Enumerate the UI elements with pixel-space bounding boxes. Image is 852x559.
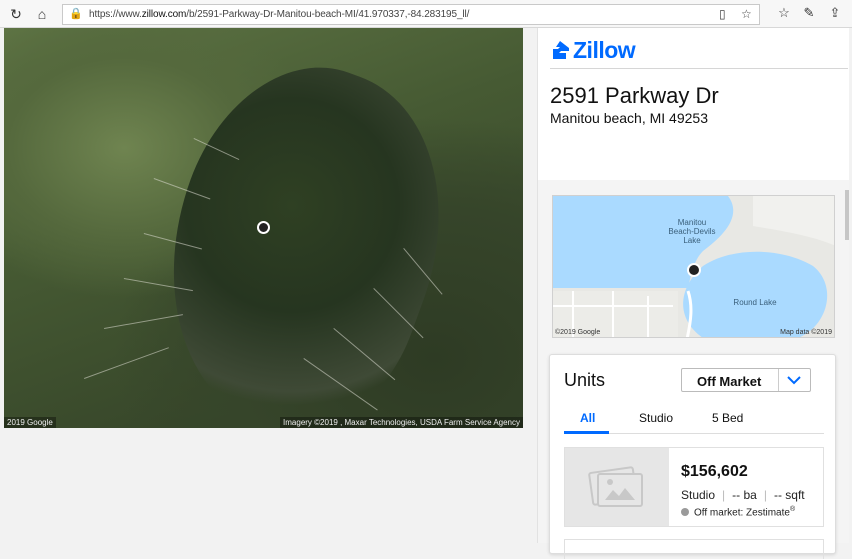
unit-status-text: Off market: Zestimate bbox=[694, 507, 790, 519]
dropdown-separator bbox=[778, 369, 779, 391]
property-panel: Zillow 2591 Parkway Dr Manitou beach, MI… bbox=[537, 28, 849, 559]
spec-separator: | bbox=[722, 488, 726, 502]
active-tab-indicator bbox=[564, 431, 609, 434]
dropdown-selected-value: Off Market bbox=[697, 374, 762, 389]
registered-mark: ® bbox=[789, 506, 796, 513]
satellite-map[interactable]: 2019 Google Imagery ©2019 , Maxar Techno… bbox=[4, 28, 523, 428]
property-city-line: Manitou beach, MI 49253 bbox=[550, 110, 708, 126]
property-pin-marker[interactable] bbox=[257, 221, 270, 234]
location-mini-map[interactable]: Manitou Beach-Devils Lake Round Lake ©20… bbox=[552, 195, 835, 338]
reading-view-icon[interactable]: ▯ bbox=[719, 7, 726, 21]
unit-baths: -- ba bbox=[732, 488, 757, 502]
market-status-dropdown[interactable]: Off Market bbox=[681, 368, 811, 392]
unit-list-item[interactable] bbox=[564, 539, 824, 559]
share-icon[interactable]: ⇪ bbox=[826, 5, 844, 21]
pen-icon[interactable]: ✎ bbox=[800, 5, 818, 21]
favorite-star-icon[interactable]: ☆ bbox=[741, 7, 752, 21]
home-icon[interactable]: ⌂ bbox=[32, 4, 52, 24]
unit-type: Studio bbox=[681, 488, 716, 502]
tab-all[interactable]: All bbox=[580, 411, 595, 425]
mini-map-data-credit: Map data ©2019 bbox=[780, 329, 832, 336]
units-title: Units bbox=[564, 370, 606, 390]
unit-tabs: All Studio 5 Bed bbox=[564, 401, 824, 434]
unit-sqft: -- sqft bbox=[773, 488, 805, 502]
unit-photo-placeholder bbox=[565, 448, 669, 526]
zillow-logo-icon bbox=[553, 41, 569, 59]
zillow-logo[interactable]: Zillow bbox=[550, 36, 636, 63]
header-divider bbox=[550, 68, 848, 69]
map-credit-google: 2019 Google bbox=[4, 417, 56, 428]
browser-toolbar: ↻ ⌂ 🔒 https://www.zillow.com/b/2591-Park… bbox=[0, 0, 852, 28]
map-credit-imagery: Imagery ©2019 , Maxar Technologies, USDA… bbox=[280, 417, 523, 428]
tab-5-bed[interactable]: 5 Bed bbox=[712, 411, 743, 425]
url-text: https://www.zillow.com/b/2591-Parkway-Dr… bbox=[89, 9, 470, 20]
unit-list-item[interactable]: $156,602 Studio | -- ba | -- sqft Off market… bbox=[564, 447, 824, 527]
panel-scrollbar[interactable] bbox=[845, 190, 849, 240]
chevron-down-icon bbox=[787, 376, 801, 385]
mini-map-credit: ©2019 Google bbox=[555, 329, 601, 336]
refresh-icon[interactable]: ↻ bbox=[6, 4, 26, 24]
unit-status: Off market: Zestimate® bbox=[681, 506, 795, 518]
zillow-logo-text: Zillow bbox=[573, 36, 636, 63]
tab-studio[interactable]: Studio bbox=[639, 411, 673, 425]
unit-price: $156,602 bbox=[681, 463, 748, 480]
favorites-icon[interactable]: ☆ bbox=[775, 5, 793, 21]
units-card: Units Off Market All Studio 5 Bed $156,6… bbox=[549, 354, 836, 559]
unit-specs: Studio | -- ba | -- sqft bbox=[681, 488, 805, 502]
lock-icon: 🔒 bbox=[69, 8, 83, 20]
mini-map-round-lake-label: Round Lake bbox=[733, 298, 777, 307]
address-bar[interactable]: 🔒 https://www.zillow.com/b/2591-Parkway-… bbox=[62, 4, 760, 25]
property-address: 2591 Parkway Dr bbox=[550, 83, 719, 108]
photo-placeholder-icon bbox=[588, 466, 643, 507]
spec-separator: | bbox=[763, 488, 767, 502]
mini-map-lake-label: Manitou Beach-Devils Lake bbox=[668, 218, 716, 245]
status-dot-icon bbox=[681, 508, 689, 517]
